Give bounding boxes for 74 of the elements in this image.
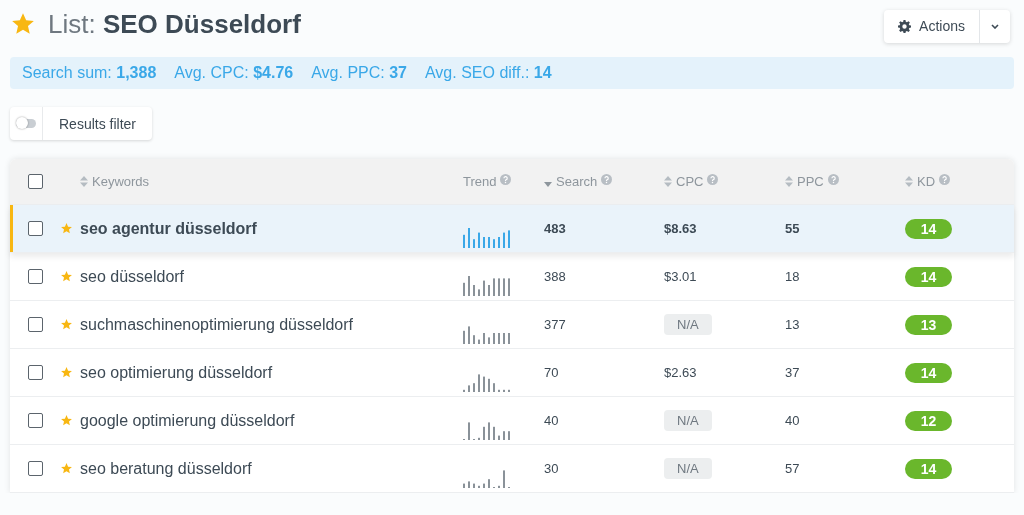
kd-badge: 14 — [905, 218, 952, 239]
summary-stat: Avg. CPC: $4.76 — [174, 64, 294, 82]
sort-icon[interactable] — [785, 176, 793, 187]
table-cell: 13 — [785, 317, 800, 332]
star-icon[interactable] — [60, 414, 73, 427]
toggle-switch[interactable] — [16, 119, 36, 128]
sort-icon[interactable] — [664, 176, 672, 187]
keyword-cell[interactable]: google optimierung düsseldorf — [80, 411, 463, 430]
kd-badge: 13 — [905, 314, 952, 335]
checkbox[interactable] — [28, 413, 43, 428]
checkbox[interactable] — [28, 174, 43, 189]
trend-sparkline — [463, 420, 511, 440]
star-icon[interactable] — [60, 318, 73, 331]
settings-icon — [898, 19, 912, 33]
help-icon[interactable] — [601, 174, 613, 185]
checkbox[interactable] — [28, 317, 43, 332]
table-row[interactable]: suchmaschinenoptimierung düsseldorf 377 N/A 13 13 — [10, 301, 1014, 349]
table-cell: $3.01 — [664, 269, 697, 284]
table-cell: 57 — [785, 461, 800, 476]
sort-icon[interactable] — [80, 176, 88, 187]
table-cell: 377 — [544, 317, 566, 332]
kd-badge: 14 — [905, 458, 952, 479]
help-icon[interactable] — [500, 174, 512, 185]
star-icon[interactable] — [60, 462, 73, 475]
table-cell: 388 — [544, 269, 566, 284]
sort-icon[interactable] — [905, 176, 913, 187]
help-icon[interactable] — [827, 174, 839, 185]
table-row[interactable]: seo düsseldorf 388 $3.01 18 14 — [10, 253, 1014, 301]
trend-sparkline — [463, 276, 511, 296]
keyword-cell[interactable]: seo agentur düsseldorf — [80, 219, 463, 238]
trend-sparkline — [463, 372, 511, 392]
keyword-cell[interactable]: seo optimierung düsseldorf — [80, 363, 463, 382]
na-badge: N/A — [664, 458, 712, 479]
star-icon[interactable] — [60, 366, 73, 379]
kd-badge: 14 — [905, 362, 952, 383]
table-cell: 70 — [544, 365, 559, 380]
star-icon[interactable] — [60, 270, 73, 283]
help-icon[interactable] — [707, 174, 719, 185]
table-row[interactable]: seo agentur düsseldorf 483 $8.63 55 14 — [10, 205, 1014, 253]
page-title: List: SEO Düsseldorf — [48, 8, 301, 40]
table-cell: 37 — [785, 365, 800, 380]
star-icon[interactable] — [10, 11, 36, 37]
keyword-cell[interactable]: seo düsseldorf — [80, 267, 463, 286]
trend-sparkline — [463, 324, 511, 344]
kd-badge: 12 — [905, 410, 952, 431]
trend-sparkline — [463, 468, 511, 488]
table-cell: 55 — [785, 221, 800, 236]
sort-descending-icon[interactable] — [544, 181, 552, 187]
chevron-down-icon — [991, 23, 999, 29]
keyword-cell[interactable]: suchmaschinenoptimierung düsseldorf — [80, 315, 463, 334]
summary-stat: Avg. SEO diff.: 14 — [424, 64, 552, 82]
kd-badge: 14 — [905, 266, 952, 287]
star-icon[interactable] — [60, 222, 73, 235]
table-cell: 40 — [785, 413, 800, 428]
help-icon[interactable] — [939, 174, 951, 185]
table-cell: $2.63 — [664, 365, 697, 380]
na-badge: N/A — [664, 314, 712, 335]
table-row[interactable]: google optimierung düsseldorf 40 N/A 40 12 — [10, 397, 1014, 445]
table-cell: 30 — [544, 461, 559, 476]
table-cell: $8.63 — [664, 221, 697, 236]
summary-stat: Avg. PPC: 37 — [311, 64, 407, 82]
table-cell: 18 — [785, 269, 800, 284]
table-row[interactable]: seo optimierung düsseldorf 70 $2.63 37 14 — [10, 349, 1014, 397]
checkbox[interactable] — [28, 461, 43, 476]
table-row[interactable]: seo beratung düsseldorf 30 N/A 57 14 — [10, 445, 1014, 493]
summary-stat: Search sum: 1,388 — [22, 64, 157, 82]
table-cell: 40 — [544, 413, 559, 428]
trend-sparkline — [463, 228, 511, 248]
checkbox[interactable] — [28, 269, 43, 284]
na-badge: N/A — [664, 410, 712, 431]
checkbox[interactable] — [28, 221, 43, 236]
checkbox[interactable] — [28, 365, 43, 380]
table-cell: 483 — [544, 221, 566, 236]
keyword-cell[interactable]: seo beratung düsseldorf — [80, 459, 463, 478]
